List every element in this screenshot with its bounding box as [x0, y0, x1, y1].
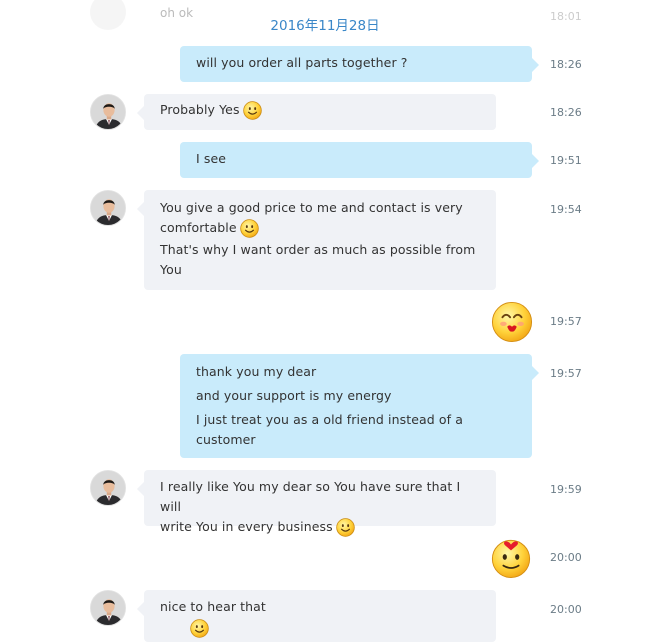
message-text: and your support is my energy [196, 388, 392, 403]
message-text: You give a good price to me and contact … [160, 200, 463, 215]
message-text: I really like You my dear so You have su… [160, 479, 461, 514]
contact-avatar[interactable] [90, 590, 126, 626]
contact-photo-icon [91, 95, 126, 130]
message-timestamp: 19:57 [550, 315, 582, 328]
in-love-emoticon-icon[interactable] [490, 536, 532, 578]
message-timestamp: 19:59 [550, 483, 582, 496]
message-text: customer [196, 432, 256, 447]
message-text: nice to hear that [160, 599, 266, 614]
contact-photo-icon [91, 191, 126, 226]
message-timestamp: 19:57 [550, 367, 582, 380]
message-timestamp: 18:26 [550, 106, 582, 119]
message-bubble-outgoing[interactable]: thank you my dear and your support is my… [180, 354, 539, 458]
contact-avatar[interactable] [90, 94, 126, 130]
smile-emoticon-icon[interactable] [243, 101, 262, 120]
contact-photo-icon [91, 471, 126, 506]
date-divider: 2016年11月28日 [270, 18, 380, 34]
message-timestamp: 20:00 [550, 551, 582, 564]
message-bubble-incoming[interactable]: Probably Yes [137, 94, 496, 130]
message-text: I see [196, 151, 227, 166]
message-timestamp: 19:54 [550, 203, 582, 216]
contact-photo-icon [91, 591, 126, 626]
message-timestamp: 19:51 [550, 154, 582, 167]
message-text: comfortable [160, 220, 237, 235]
message-bubble-incoming[interactable]: You give a good price to me and contact … [137, 190, 496, 290]
message-text: write You in every business [160, 519, 333, 534]
message-text: You [160, 262, 182, 277]
message-text: I just treat you as a old friend instead… [196, 412, 463, 427]
message-timestamp: 18:26 [550, 58, 582, 71]
message-text: That's why I want order as much as possi… [160, 242, 476, 257]
message-bubble-incoming[interactable]: I really like You my dear so You have su… [137, 470, 496, 526]
message-text: Probably Yes [160, 102, 240, 117]
smile-emoticon-icon[interactable] [336, 518, 355, 537]
message-bubble-outgoing[interactable]: will you order all parts together ? [180, 46, 539, 82]
message-bubble-outgoing[interactable]: I see [180, 142, 539, 178]
contact-avatar[interactable] [90, 470, 126, 506]
message-timestamp: 20:00 [550, 603, 582, 616]
message-bubble-incoming[interactable]: nice to hear that [137, 590, 496, 642]
kiss-emoticon-icon[interactable] [491, 301, 533, 343]
contact-avatar[interactable] [90, 190, 126, 226]
smile-emoticon-icon[interactable] [240, 219, 259, 238]
message-text: will you order all parts together ? [196, 55, 408, 70]
smile-emoticon-icon[interactable] [190, 619, 209, 638]
message-text: thank you my dear [196, 364, 317, 379]
